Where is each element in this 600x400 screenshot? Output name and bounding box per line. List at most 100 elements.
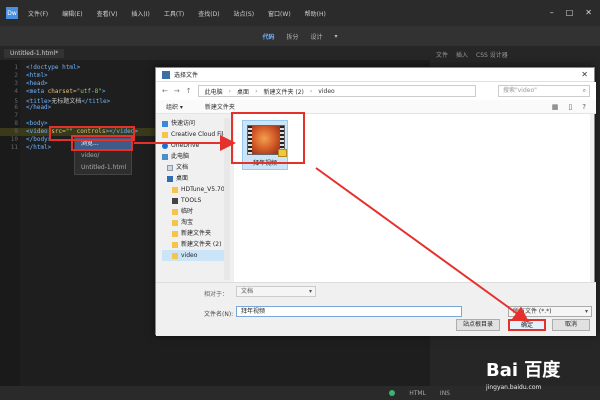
dialog-footer: 相对于： 文档 ▾ 文件名(N): 拜年视频 所有文件 (*.*) ▾ 站点根目… [156,282,596,336]
nav-item[interactable]: 快速访问 [162,118,228,129]
dark-icon [172,197,178,204]
folder-icon [172,208,178,215]
nav-item[interactable]: TOOLS [162,195,228,206]
line-number: 4 [14,88,18,95]
menu-edit[interactable]: 编辑(E) [62,9,82,18]
view-code-button[interactable]: 代码 [262,32,274,41]
code-token: </html> [26,144,52,151]
status-size: INS [439,389,450,397]
hint-item-untitled[interactable]: Untitled-1.html [75,162,131,174]
code-hint-popup: 浏览... video/ Untitled-1.html [74,137,132,175]
hint-item-video-folder[interactable]: video/ [75,150,131,162]
menu-file[interactable]: 文件(F) [28,9,48,18]
line-number: 8 [14,120,18,127]
filename-value: 拜年视频 [241,308,266,315]
code-token: <body> [26,120,48,127]
back-arrow-icon[interactable]: ← [162,87,168,95]
tab-files[interactable]: 文件 [436,50,448,59]
filename-field[interactable]: 拜年视频 [236,306,462,317]
relative-to-value: 文档 [241,288,254,295]
nav-item[interactable]: 文档 [162,162,228,173]
breadcrumb-desktop[interactable]: 桌面 [237,87,249,96]
nav-item[interactable]: OneDrive [162,140,228,151]
status-mode[interactable]: HTML [409,390,426,397]
menu-site[interactable]: 站点(S) [234,9,255,18]
menu-window[interactable]: 窗口(W) [268,9,291,18]
search-input[interactable]: 搜索"video" ⌕ [498,85,590,97]
dialog-close-icon[interactable]: ✕ [581,70,588,79]
close-icon[interactable]: ✕ [585,8,592,17]
breadcrumb-pc[interactable]: 此电脑 [205,87,223,96]
file-type-filter[interactable]: 所有文件 (*.*) ▾ [508,306,592,317]
preview-pane-icon[interactable]: ▯ [568,103,572,111]
nav-item[interactable]: 新建文件夹 [162,228,228,239]
up-arrow-icon[interactable]: ↑ [186,87,192,95]
star-icon [162,120,168,127]
watermark-url: jingyan.baidu.com [486,384,542,391]
relative-to-select[interactable]: 文档 ▾ [236,286,316,297]
organize-button[interactable]: 组织 ▾ [166,102,183,111]
baidu-watermark: Bai 百度 jingyan.baidu.com [486,356,596,396]
forward-arrow-icon[interactable]: → [174,87,180,95]
nav-item-label: 此电脑 [171,153,190,160]
nav-item[interactable]: 新建文件夹 (2) [162,239,228,250]
nav-item[interactable]: HDTune_V5.70 [162,184,228,195]
relative-to-label: 相对于： [204,291,229,298]
nav-item[interactable]: 桌面 [162,173,228,184]
view-split-button[interactable]: 拆分 [286,32,298,41]
site-root-button[interactable]: 站点根目录 [456,319,500,331]
nav-item[interactable]: video [162,250,228,261]
menu-find[interactable]: 查找(D) [198,9,219,18]
document-tabs: Untitled-1.html* [0,46,440,60]
breadcrumb-video[interactable]: video [318,88,334,95]
select-file-dialog: 选择文件 ✕ ← → ↑ 此电脑 › 桌面 › 新建文件夹 (2) › vide… [155,67,596,336]
code-token: "" [65,128,73,135]
minimize-icon[interactable]: – [550,8,554,17]
menu-tools[interactable]: 工具(T) [164,9,184,18]
help-icon[interactable]: ? [582,103,586,111]
menu-help[interactable]: 帮助(H) [305,9,326,18]
right-panel-tabs: 文件 插入 CSS 设计器 [430,46,600,63]
nav-item-label: 新建文件夹 (2) [181,241,222,248]
maximize-icon[interactable]: □ [566,8,574,17]
app-logo-icon: Dw [6,7,18,19]
ok-button[interactable]: 确定 [508,319,546,331]
nav-item[interactable]: Creative Cloud Files [162,129,228,140]
window-controls: – □ ✕ [550,8,592,17]
view-design-button[interactable]: 设计 [311,32,323,41]
view-dropdown-icon[interactable]: ▾ [335,33,338,40]
pc-icon [162,153,168,160]
hint-item-browse[interactable]: 浏览... [75,138,131,150]
line-number: 9 [14,128,18,135]
file-item-video[interactable]: 拜年视频 [242,120,288,170]
nav-item-label: 快速访问 [171,120,196,127]
code-token: controls [72,128,106,135]
status-ok-icon [389,390,396,396]
address-bar[interactable]: 此电脑 › 桌面 › 新建文件夹 (2) › video [197,85,476,97]
tab-insert[interactable]: 插入 [456,50,468,59]
nav-item[interactable]: 此电脑 [162,151,228,162]
nav-item[interactable]: 临时 [162,206,228,217]
folder-icon [172,230,178,237]
filename-label: 文件名(N): [204,311,234,318]
new-folder-button[interactable]: 新建文件夹 [205,102,235,111]
doc-tab-untitled[interactable]: Untitled-1.html* [4,48,65,58]
code-token: "utf-8" [76,88,102,95]
nav-scrollbar[interactable] [224,118,230,280]
search-placeholder: 搜索"video" [503,87,537,94]
nav-item-label: 淘宝 [181,219,194,226]
menu-insert[interactable]: 插入(I) [131,9,149,18]
cancel-button[interactable]: 取消 [552,319,590,331]
menu-view[interactable]: 查看(V) [97,9,118,18]
nav-item-label: HDTune_V5.70 [181,186,225,193]
chevron-down-icon: ▾ [308,288,312,295]
line-number: 2 [14,72,18,79]
folder-icon [172,219,178,226]
tab-css-designer[interactable]: CSS 设计器 [476,50,508,59]
command-bar: 组织 ▾ 新建文件夹 ▦ ▯ ? [156,100,596,114]
folder-icon [172,186,178,193]
code-token: </head> [26,104,52,111]
breadcrumb-new-folder-2[interactable]: 新建文件夹 (2) [263,87,303,96]
nav-item[interactable]: 淘宝 [162,217,228,228]
view-mode-icon[interactable]: ▦ [552,103,559,111]
